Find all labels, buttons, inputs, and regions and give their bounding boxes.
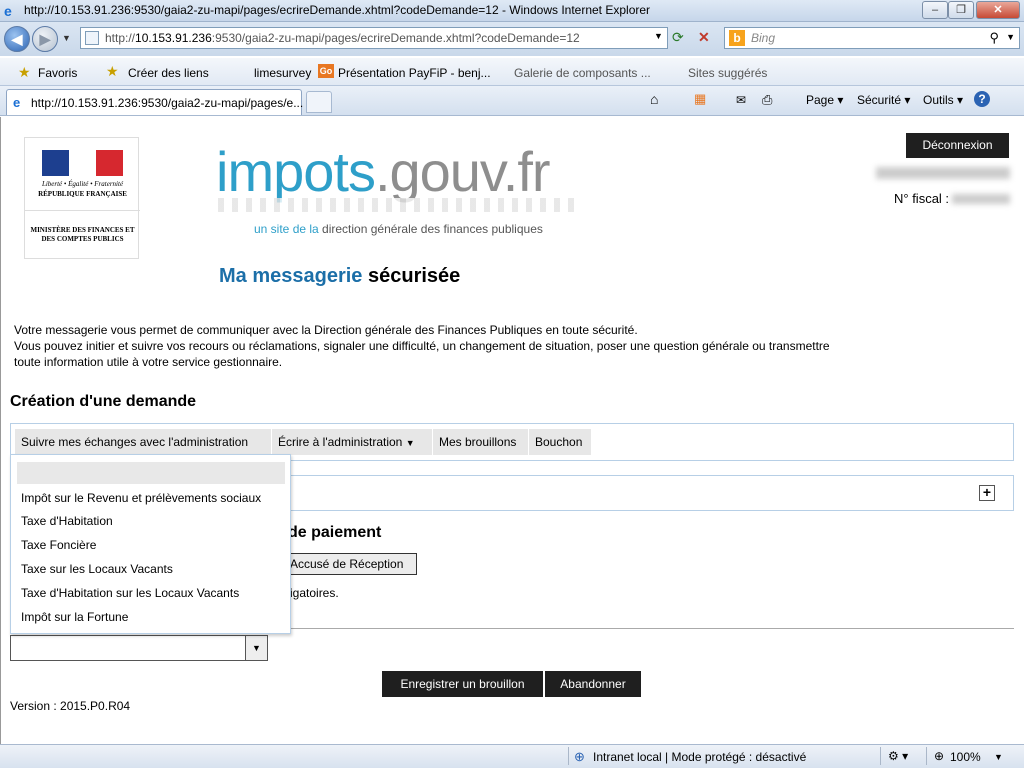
maximize-button[interactable]: ❐ — [948, 1, 974, 19]
help-icon[interactable]: ? — [974, 91, 990, 107]
protected-mode-icon[interactable]: ⚙ ▾ — [888, 749, 908, 763]
section-title: Création d'une demande — [10, 393, 197, 410]
expand-plus-icon[interactable]: + — [979, 485, 995, 501]
search-options-icon[interactable]: ▼ — [1006, 32, 1015, 42]
save-draft-button[interactable]: Enregistrer un brouillon — [382, 671, 543, 697]
tab-ie-icon: e — [13, 95, 21, 110]
accuse-reception-button[interactable]: Accusé de Réception — [277, 553, 417, 575]
address-bar[interactable]: http://10.153.91.236:9530/gaia2-zu-mapi/… — [80, 27, 668, 49]
dropdown-option[interactable]: Taxe sur les Locaux Vacants — [21, 562, 173, 576]
marianne-logo: Liberté • Égalité • Fraternité RÉPUBLIQU… — [24, 137, 140, 259]
logo-motto: Liberté • Égalité • Fraternité — [41, 180, 124, 188]
search-placeholder: Bing — [751, 31, 776, 45]
search-box[interactable]: b Bing ⚲ ▼ — [724, 27, 1020, 49]
select-arrow-icon[interactable]: ▼ — [245, 636, 267, 660]
version-text: Version : 2015.P0.R04 — [10, 699, 131, 713]
close-window-button[interactable]: ✕ — [976, 1, 1020, 19]
forward-button[interactable]: ▶ — [32, 26, 58, 52]
logo-reflection — [218, 198, 576, 212]
abandon-button[interactable]: Abandonner — [545, 671, 641, 697]
add-favorite-icon[interactable]: ★ — [106, 63, 119, 80]
back-button[interactable]: ◀ — [4, 26, 30, 52]
mandatory-fields-note: igatoires. — [290, 586, 339, 600]
bing-icon: b — [729, 30, 745, 46]
window-title-bar: e http://10.153.91.236:9530/gaia2-zu-map… — [0, 0, 1024, 22]
payfip-icon: Go — [318, 64, 334, 78]
address-dropdown-icon[interactable]: ▼ — [654, 31, 663, 41]
intranet-zone-icon: ⊕ — [574, 749, 585, 764]
history-dropdown-icon[interactable]: ▼ — [62, 33, 71, 43]
zoom-icon: ⊕ — [934, 749, 945, 763]
fiscal-number-label: N° fiscal : — [894, 191, 950, 206]
fav-item-galerie[interactable]: Galerie de composants ... — [514, 66, 651, 80]
paiement-title: de paiement — [288, 524, 382, 541]
dropdown-option[interactable]: Impôt sur le Revenu et prélèvements soci… — [21, 491, 261, 505]
logo-ministry: MINISTÈRE DES FINANCES ET DES COMPTES PU… — [30, 226, 135, 243]
tools-menu[interactable]: Outils ▾ — [923, 93, 963, 107]
favorites-star-icon: ★ — [18, 64, 31, 80]
status-bar — [0, 744, 1024, 768]
french-flag-icon — [42, 150, 123, 176]
zoom-level[interactable]: 100% — [950, 750, 981, 764]
fav-item-sites-suggeres[interactable]: Sites suggérés — [688, 66, 767, 80]
minimize-button[interactable]: – — [922, 1, 948, 19]
ie-icon: e — [4, 3, 12, 19]
page-icon — [85, 31, 99, 45]
search-icon[interactable]: ⚲ — [989, 30, 999, 46]
fav-item-payfip[interactable]: Présentation PayFiP - benj... — [338, 66, 491, 80]
window-title: http://10.153.91.236:9530/gaia2-zu-mapi/… — [24, 3, 651, 17]
tab-title: http://10.153.91.236:9530/gaia2-zu-mapi/… — [31, 96, 304, 110]
dropdown-blank-option[interactable] — [17, 462, 285, 484]
impots-gouv-logo[interactable]: impots.gouv.fr — [216, 142, 551, 202]
dropdown-option[interactable]: Taxe Foncière — [21, 538, 96, 552]
home-icon[interactable]: ⌂ — [650, 91, 658, 107]
dropdown-option[interactable]: Taxe d'Habitation sur les Locaux Vacants — [21, 586, 239, 600]
fiscal-number-blurred — [952, 194, 1010, 204]
intro-text: Votre messagerie vous permet de communiq… — [14, 323, 830, 369]
menu-bouchon[interactable]: Bouchon — [529, 429, 591, 455]
new-tab-button[interactable] — [306, 91, 332, 113]
stop-icon[interactable]: ✕ — [698, 29, 710, 46]
mail-icon[interactable]: ✉ — [736, 93, 746, 107]
user-name-blurred — [876, 167, 1010, 179]
logout-button[interactable]: Déconnexion — [906, 133, 1009, 158]
feeds-icon[interactable]: ▦ — [694, 91, 706, 107]
print-icon[interactable]: ⎙ — [762, 92, 772, 108]
dropdown-option[interactable]: Impôt sur la Fortune — [21, 610, 128, 624]
address-url: http://10.153.91.236:9530/gaia2-zu-mapi/… — [105, 31, 580, 45]
brand-subtitle: un site de la direction générale des fin… — [254, 222, 543, 236]
page-title: Ma messagerie sécurisée — [219, 265, 461, 287]
chevron-down-icon: ▼ — [405, 438, 415, 448]
security-menu[interactable]: Sécurité ▾ — [857, 93, 910, 107]
menu-ecrire-administration[interactable]: Écrire à l'administration ▼ — [272, 429, 432, 455]
refresh-icon[interactable]: ⟳ — [672, 29, 684, 46]
favorites-button[interactable]: Favoris — [38, 66, 77, 80]
logo-republique: RÉPUBLIQUE FRANÇAISE — [38, 190, 127, 198]
ecrire-dropdown-menu: Impôt sur le Revenu et prélèvements soci… — [10, 454, 291, 634]
menu-brouillons[interactable]: Mes brouillons — [433, 429, 528, 455]
impot-select[interactable]: ▼ — [10, 635, 268, 661]
zoom-dropdown-icon[interactable]: ▼ — [994, 752, 1003, 762]
page-menu[interactable]: Page ▾ — [806, 93, 843, 107]
menu-suivre-echanges[interactable]: Suivre mes échanges avec l'administratio… — [15, 429, 271, 455]
dropdown-option[interactable]: Taxe d'Habitation — [21, 514, 113, 528]
fav-item-limesurvey[interactable]: limesurvey — [254, 66, 311, 80]
security-zone-text[interactable]: Intranet local | Mode protégé : désactiv… — [593, 750, 806, 764]
fav-item-creer-liens[interactable]: Créer des liens — [128, 66, 209, 80]
browser-tab[interactable]: e http://10.153.91.236:9530/gaia2-zu-map… — [6, 89, 304, 115]
